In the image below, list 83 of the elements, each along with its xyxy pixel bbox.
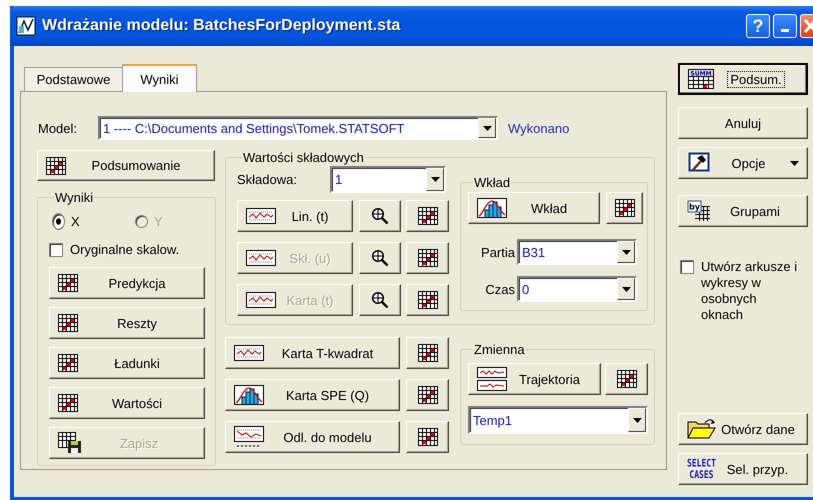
table-icon (46, 156, 66, 174)
line-chart-icon (234, 426, 264, 448)
table-icon (418, 249, 438, 267)
line-chart-icon (246, 292, 276, 308)
table-button[interactable] (406, 284, 449, 316)
minimize-icon (781, 28, 789, 32)
result-button[interactable]: Reszty (49, 307, 205, 339)
status-text: Wykonano (508, 120, 570, 136)
chart-button[interactable]: Karta SPE (Q) (225, 379, 400, 411)
dropdown[interactable]: B31 (517, 239, 637, 265)
group-title: Wartości składowych (243, 150, 364, 165)
zoom-icon (371, 207, 389, 225)
chart-button[interactable]: Odl. do modelu (225, 421, 400, 453)
checkbox-label: Oryginalne skalow. (70, 242, 180, 257)
side-button[interactable]: SELECT CASES Sel. przyp. (678, 453, 808, 485)
line-chart-icon (246, 208, 276, 224)
trajectory-button[interactable]: Trajektoria (468, 363, 601, 395)
field-label: Model: (37, 120, 78, 136)
folder-icon (687, 418, 717, 440)
table-icon (58, 314, 78, 332)
field-label: Składowa: (237, 172, 298, 187)
save-icon (58, 432, 82, 454)
zoom-icon (371, 291, 389, 309)
zoom-icon (371, 249, 389, 267)
side-button[interactable]: by Grupami (678, 195, 808, 227)
radio-label: Y (154, 214, 163, 228)
radio-label: X (71, 214, 80, 228)
checkbox-label: Utwórz arkusze i wykresy w osobnych oknach (701, 259, 798, 323)
minimize-button[interactable] (773, 14, 797, 38)
model-dropdown[interactable]: 1 ---- C:\Documents and Settings\Tomek.STATSOFT (98, 116, 498, 140)
table-button[interactable] (406, 337, 449, 369)
histogram-icon (477, 198, 507, 218)
line-chart-icon (477, 367, 507, 391)
help-button[interactable]: ? (746, 14, 770, 38)
histogram-icon (234, 385, 264, 405)
table-button[interactable] (406, 379, 449, 411)
table-icon (58, 274, 78, 292)
table-icon (418, 207, 438, 225)
variable-dropdown[interactable]: Temp1 (468, 406, 648, 434)
tab[interactable]: Podstawowe (24, 67, 123, 91)
table-button[interactable] (606, 192, 643, 224)
table-icon (418, 291, 438, 309)
component-dropdown[interactable]: 1 (330, 166, 446, 193)
dropdown[interactable]: 0 (517, 276, 637, 302)
table-icon (58, 394, 78, 412)
zoom-button[interactable] (359, 200, 401, 232)
table-icon (418, 428, 438, 446)
select-cases-icon: SELECT CASES (687, 457, 716, 481)
table-icon (616, 370, 636, 388)
table-button[interactable] (605, 363, 648, 395)
side-button[interactable]: Opcje (678, 147, 808, 179)
app-icon (16, 16, 36, 36)
group-title: Zmienna (474, 342, 525, 357)
table-icon (418, 344, 438, 362)
field-label: Partia (480, 244, 516, 260)
field-label: Czas (484, 282, 516, 296)
result-button[interactable]: Wartości (49, 387, 205, 419)
zoom-button[interactable] (359, 242, 401, 274)
table-button[interactable] (406, 421, 449, 453)
checkbox[interactable] (49, 242, 63, 256)
radio-button[interactable] (52, 212, 65, 230)
group-title: Wyniki (55, 190, 94, 205)
checkbox[interactable] (680, 260, 694, 274)
hammer-icon (687, 152, 711, 174)
window-title: Wdrażanie modelu: BatchesForDeployment.sta (42, 17, 402, 35)
result-button[interactable]: Predykcja (49, 267, 205, 299)
table-icon (58, 354, 78, 372)
line-chart-icon (234, 345, 264, 361)
side-button[interactable]: Otwórz dane (678, 413, 808, 445)
chart-button[interactable]: Karta T-kwadrat (225, 337, 400, 369)
table-icon (614, 199, 634, 217)
contribution-button[interactable]: Wkład (468, 192, 600, 224)
table-button[interactable] (406, 242, 449, 274)
line-chart-icon (246, 250, 276, 266)
group-title: Wkład (474, 175, 510, 190)
zoom-button[interactable] (359, 284, 401, 316)
summary-button[interactable]: Podsumowanie (37, 150, 215, 181)
tab[interactable]: Wyniki (122, 64, 197, 92)
table-icon (418, 386, 438, 404)
side-button[interactable]: Anuluj (678, 107, 808, 139)
table-button[interactable] (406, 200, 449, 232)
plot-button[interactable]: Lin. (t) (237, 200, 353, 232)
result-button[interactable]: Ładunki (49, 347, 205, 379)
